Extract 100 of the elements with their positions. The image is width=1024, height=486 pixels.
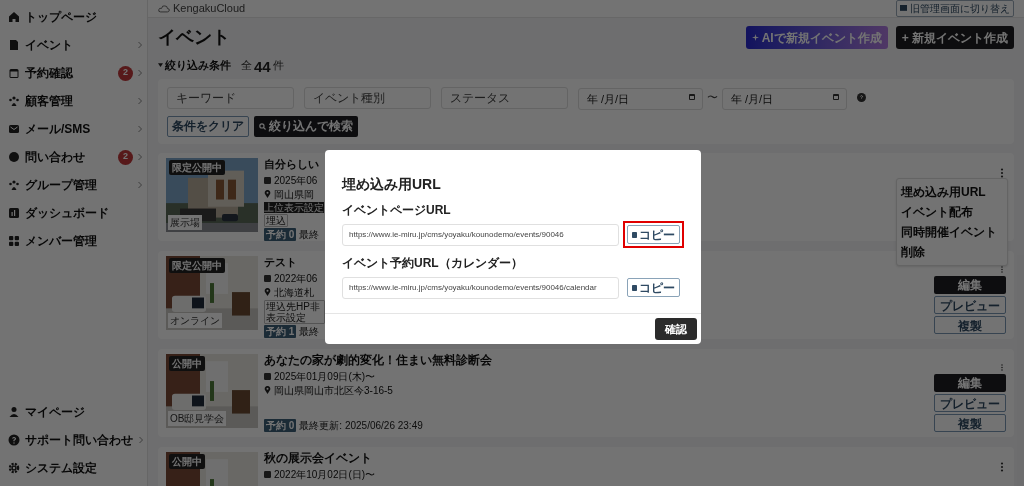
updated-time: 最終 — [299, 324, 320, 338]
menu-item[interactable]: 削除 — [897, 241, 1007, 262]
copy-button[interactable]: コピー — [627, 225, 680, 244]
calendar-icon — [264, 470, 271, 478]
more-icon[interactable] — [1000, 363, 1004, 371]
total-suffix: 件 — [272, 58, 284, 73]
users-icon — [8, 95, 20, 107]
tag: 上位表示設定 — [264, 201, 324, 213]
location-pin-icon — [264, 288, 271, 296]
menu-item[interactable]: イベント配布 — [897, 201, 1007, 222]
chevron-icon — [137, 125, 143, 133]
user-icon — [8, 406, 20, 418]
event-date: 2022年06 — [274, 271, 318, 285]
calendar-icon — [833, 93, 839, 100]
confirm-button[interactable]: 確認 — [655, 318, 697, 340]
sidebar-item[interactable]: サポート問い合わせ — [0, 426, 147, 454]
more-icon[interactable] — [1000, 461, 1004, 472]
sidebar-item[interactable]: メール/SMS — [0, 115, 147, 143]
help-icon — [8, 434, 20, 446]
preview-button[interactable]: プレビュー — [934, 295, 1006, 314]
search-button[interactable]: 絞り込んで検索 — [254, 115, 358, 137]
page-title: イベント — [158, 26, 230, 49]
calendar-icon — [689, 93, 695, 100]
sidebar-item[interactable]: 問い合わせ 2 — [0, 143, 147, 171]
sidebar-item[interactable]: システム設定 — [0, 454, 147, 482]
sidebar-item[interactable]: ダッシュボード — [0, 199, 147, 227]
copy-button[interactable]: コピー — [627, 278, 680, 297]
grid-icon — [8, 235, 20, 247]
users-icon — [8, 179, 20, 191]
caret-icon — [158, 63, 163, 68]
copy-icon — [632, 231, 637, 238]
total-prefix: 全 — [241, 58, 252, 73]
count-badge: 2 — [118, 149, 133, 165]
sidebar-item[interactable]: トップページ — [0, 3, 147, 31]
preview-button[interactable]: プレビュー — [934, 393, 1006, 412]
logo: KengakuCloud — [173, 1, 246, 17]
url-field[interactable]: https://www.ie-miru.jp/cms/yoyaku/kounodemo/events/90046 — [342, 223, 619, 246]
sidebar-item[interactable]: イベント — [0, 31, 147, 59]
event-location: 北海道札 — [274, 285, 314, 299]
calendar-icon — [264, 176, 271, 184]
sidebar-item[interactable]: グループ管理 — [0, 171, 147, 199]
reservation-badge: 予約 0 — [264, 227, 297, 241]
duplicate-button[interactable]: 複製 — [934, 315, 1006, 334]
menu-item[interactable]: 同時開催イベント — [897, 221, 1007, 242]
copy-icon — [632, 284, 637, 291]
sparkle-icon — [751, 34, 759, 41]
edit-button[interactable]: 編集 — [934, 275, 1006, 294]
sidebar-item[interactable]: マイページ — [0, 398, 147, 426]
sidebar-item[interactable]: 顧客管理 — [0, 87, 147, 115]
chart-icon — [8, 207, 20, 219]
chevron-icon — [138, 436, 144, 444]
calendar-icon — [264, 372, 271, 380]
chevron-icon — [137, 69, 143, 77]
event-location: 岡山県岡山市北区今3-16-5 — [274, 383, 393, 397]
mail-icon — [8, 123, 20, 135]
menu-item[interactable]: 埋め込み用URL — [897, 181, 1007, 202]
switch-button[interactable]: 旧管理画面に切り替え — [896, 0, 1014, 17]
more-icon[interactable] — [1000, 167, 1004, 178]
chat-icon — [8, 151, 20, 163]
new-event-button[interactable]: + 新規イベント作成 — [895, 26, 1014, 49]
field-label: イベント予約URL（カレンダー） — [342, 255, 524, 272]
filter-field[interactable]: ステータス — [441, 86, 568, 109]
search-icon — [259, 122, 266, 130]
event-title: あなたの家が劇的変化！住まい無料診断会 — [264, 353, 492, 367]
sidebar-item[interactable]: メンバー管理 — [0, 227, 147, 255]
event-location: 岡山県岡 — [274, 187, 314, 201]
sidebar-item[interactable]: 予約確認 2 — [0, 59, 147, 87]
updated-time: 最終更新: 2025/06/26 23:49 — [299, 418, 423, 432]
calendar-icon — [8, 67, 20, 79]
url-field[interactable]: https://www.ie-miru.jp/cms/yoyaku/kounodemo/events/90046/calendar — [342, 276, 619, 299]
field-label: イベントページURL — [342, 202, 452, 219]
count-badge: 2 — [118, 65, 133, 81]
filter-field[interactable]: イベント種別 — [304, 86, 431, 109]
reservation-badge: 予約 0 — [264, 418, 297, 432]
filter-toggle[interactable]: 絞り込み条件 — [158, 57, 231, 74]
event-title: 秋の展示会イベント — [264, 451, 373, 465]
event-title: テスト — [264, 255, 298, 269]
date-field[interactable]: 年 /月/日 — [722, 87, 847, 110]
home-icon — [8, 11, 20, 23]
calendar-icon — [264, 274, 271, 282]
total-count: 44 — [254, 58, 271, 74]
cloud-logo-icon — [158, 4, 170, 13]
reservation-badge: 予約 1 — [264, 324, 297, 338]
duplicate-button[interactable]: 複製 — [934, 413, 1006, 432]
document-icon — [8, 39, 20, 51]
range-separator: 〜 — [707, 90, 718, 106]
clear-button[interactable]: 条件をクリア — [167, 115, 249, 137]
chevron-icon — [137, 153, 143, 161]
more-icon[interactable] — [1000, 265, 1004, 273]
filter-field[interactable]: キーワード — [167, 86, 294, 109]
event-date: 2022年10月02日(日)〜 — [274, 467, 376, 481]
settings-icon — [8, 462, 20, 474]
flag-icon — [900, 5, 907, 12]
event-date: 2025年01月09日(木)〜 — [274, 369, 376, 383]
chevron-icon — [137, 41, 143, 49]
edit-button[interactable]: 編集 — [934, 373, 1006, 392]
help-icon — [857, 93, 866, 102]
tag: 埋込先HP非表示設定 — [264, 299, 325, 324]
date-field[interactable]: 年 /月/日 — [578, 87, 703, 110]
location-pin-icon — [264, 386, 271, 394]
